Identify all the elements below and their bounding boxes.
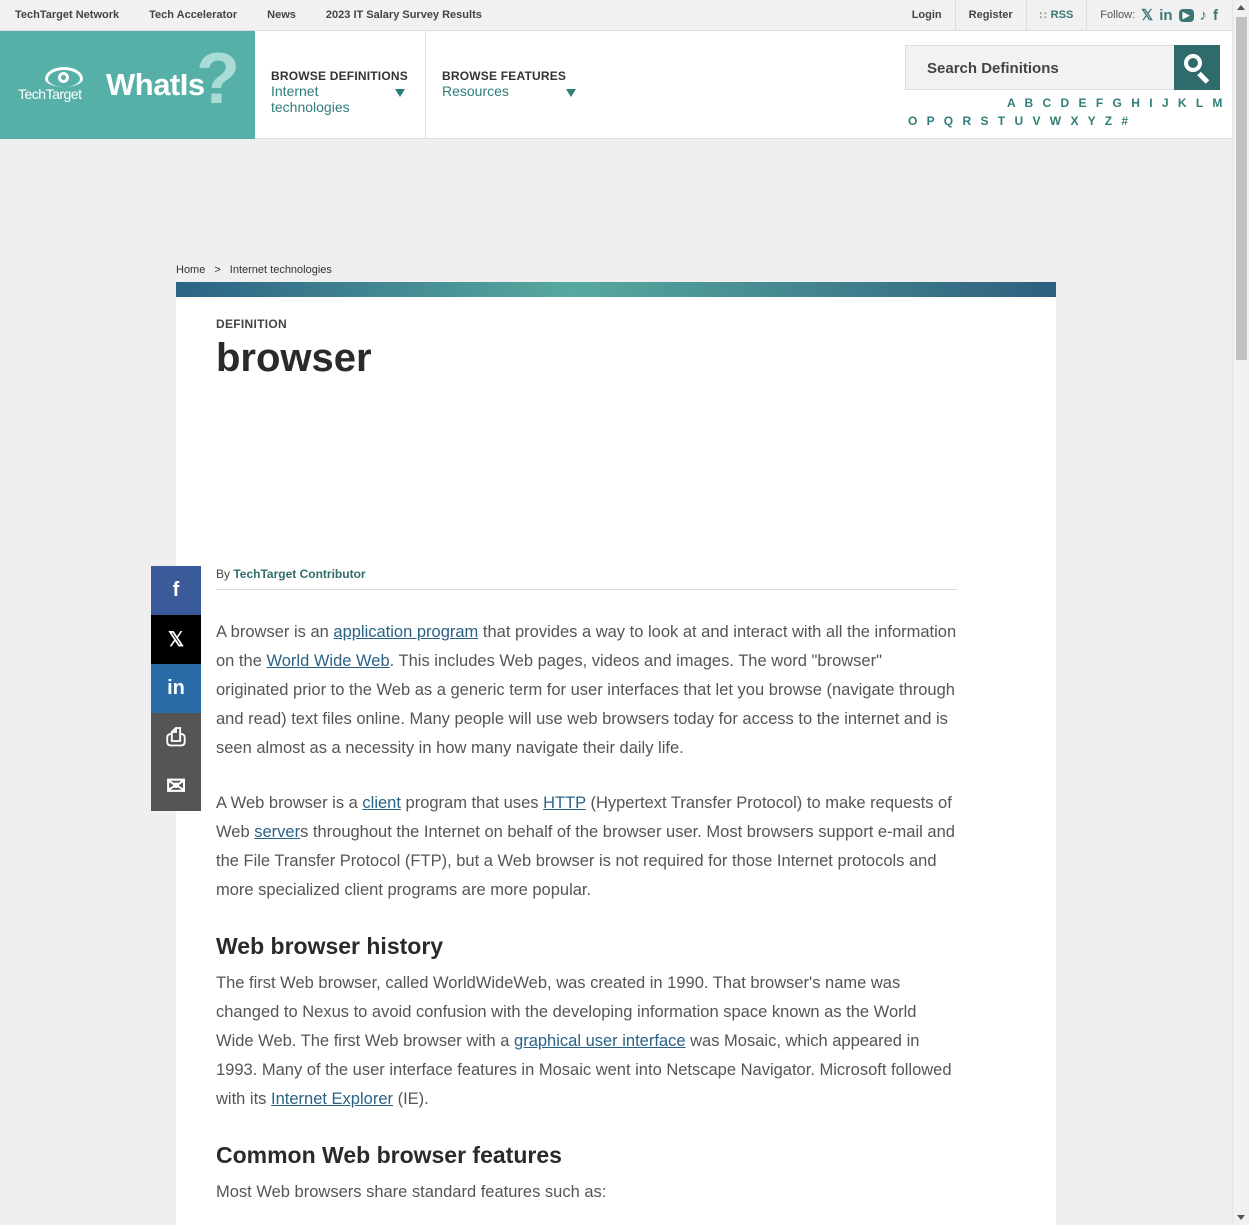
login-link[interactable]: Login [899, 0, 955, 30]
share-x-button[interactable]: 𝕏 [151, 615, 201, 664]
techtarget-eye-pupil-icon [58, 72, 69, 83]
scroll-up-arrow-icon[interactable] [1237, 5, 1245, 10]
alphabet-nav-row-2[interactable]: O P Q R S T U V W X Y Z # [908, 114, 1129, 128]
envelope-icon: ✉ [165, 773, 187, 800]
scroll-down-arrow-icon[interactable] [1237, 1215, 1245, 1220]
client-link[interactable]: client [362, 794, 401, 812]
byline-prefix: By [216, 567, 231, 581]
text-run: s throughout the Internet on behalf of t… [216, 823, 955, 899]
byline: By TechTarget Contributor [216, 567, 957, 590]
article-body: A browser is an application program that… [216, 618, 958, 1207]
logo-brand-text: TechTarget [18, 86, 82, 102]
text-run: (IE). [393, 1090, 429, 1108]
http-link[interactable]: HTTP [543, 794, 586, 812]
scrollbar-thumb[interactable] [1236, 17, 1247, 360]
breadcrumb-separator: > [214, 264, 221, 276]
browse-features-value: Resources [442, 83, 509, 99]
section-heading-features: Common Web browser features [216, 1142, 562, 1168]
printer-icon: ⎙ [166, 723, 186, 751]
facebook-icon: f [172, 579, 180, 601]
breadcrumb-home[interactable]: Home [176, 264, 205, 276]
search-button[interactable] [1174, 45, 1220, 90]
rss-label: RSS [1050, 9, 1074, 21]
register-link[interactable]: Register [954, 0, 1026, 30]
graphical-user-interface-link[interactable]: graphical user interface [514, 1032, 686, 1050]
chevron-down-icon [395, 89, 405, 97]
site-header: TechTarget ? WhatIs BROWSE DEFINITIONS I… [0, 31, 1240, 139]
browse-definitions-value: Internet technologies [271, 83, 350, 115]
share-rail: f 𝕏 in ⎙ ✉ [151, 566, 201, 811]
tiktok-icon[interactable]: ♪ [1200, 7, 1208, 24]
section-heading-history: Web browser history [216, 933, 444, 959]
register-label: Register [968, 9, 1013, 21]
email-button[interactable]: ✉ [151, 762, 201, 811]
share-facebook-button[interactable]: f [151, 566, 201, 615]
text-run: A browser is an [216, 623, 334, 641]
x-icon: 𝕏 [167, 629, 185, 651]
internet-explorer-link[interactable]: Internet Explorer [271, 1090, 393, 1108]
author-link[interactable]: TechTarget Contributor [233, 567, 365, 581]
browse-definitions-menu[interactable]: BROWSE DEFINITIONS Internet technologies [255, 31, 426, 139]
linkedin-icon: in [167, 677, 185, 699]
search-icon-handle [1197, 71, 1210, 84]
breadcrumb: Home > Internet technologies [176, 264, 332, 276]
page-scrollbar[interactable] [1232, 0, 1249, 1225]
paragraph-history: The first Web browser, called WorldWideW… [216, 969, 958, 1114]
breadcrumb-internet-technologies[interactable]: Internet technologies [230, 264, 332, 276]
news-link[interactable]: News [267, 9, 296, 21]
paragraph-web-browser: A Web browser is a client program that u… [216, 789, 958, 905]
browse-features-menu[interactable]: BROWSE FEATURES Resources [426, 31, 596, 139]
whatis-logo[interactable]: TechTarget ? WhatIs [0, 31, 255, 139]
rss-icon: ∷ [1039, 9, 1047, 22]
search-icon [1184, 54, 1202, 72]
browse-features-title: BROWSE FEATURES [442, 69, 567, 83]
techtarget-network-link[interactable]: TechTarget Network [15, 9, 119, 21]
alphabet-nav-row-1[interactable]: A B C D E F G H I J K L M N [1007, 96, 1241, 110]
browse-definitions-title: BROWSE DEFINITIONS [271, 69, 408, 83]
search-input[interactable]: Search Definitions [927, 60, 1059, 77]
chevron-down-icon [566, 89, 576, 97]
facebook-icon[interactable]: f [1213, 7, 1218, 24]
top-bar: TechTarget Network Tech Accelerator News… [0, 0, 1232, 31]
print-button[interactable]: ⎙ [151, 713, 201, 762]
follow-label: Follow: [1100, 9, 1136, 21]
article-card: DEFINITION browser By TechTarget Contrib… [176, 282, 1056, 1225]
linkedin-icon[interactable]: in [1159, 7, 1172, 24]
login-label: Login [911, 9, 942, 21]
tech-accelerator-link[interactable]: Tech Accelerator [149, 9, 237, 21]
application-program-link[interactable]: application program [333, 623, 478, 641]
x-icon[interactable]: 𝕏 [1141, 6, 1153, 24]
rss-link[interactable]: ∷ RSS [1025, 0, 1087, 30]
paragraph-features: Most Web browsers share standard feature… [216, 1183, 607, 1201]
text-run: program that uses [400, 794, 544, 812]
text-run: A Web browser is a [216, 794, 363, 812]
search-box[interactable]: Search Definitions [905, 45, 1220, 90]
page-title: browser [216, 336, 372, 380]
youtube-icon[interactable]: ▶ [1178, 8, 1194, 22]
logo-product-text: WhatIs [106, 67, 205, 102]
server-link[interactable]: server [254, 823, 300, 841]
definition-kicker: DEFINITION [216, 317, 287, 331]
gradient-bar [176, 282, 1056, 297]
world-wide-web-link[interactable]: World Wide Web [266, 652, 389, 670]
paragraph-intro: A browser is an application program that… [216, 618, 958, 763]
network-links: TechTarget Network Tech Accelerator News… [15, 9, 482, 21]
salary-survey-link[interactable]: 2023 IT Salary Survey Results [326, 9, 482, 21]
share-linkedin-button[interactable]: in [151, 664, 201, 713]
account-links: Login Register ∷ RSS Follow: 𝕏 in ▶ ♪ f [899, 0, 1232, 30]
follow-links: Follow: 𝕏 in ▶ ♪ f [1086, 0, 1232, 30]
